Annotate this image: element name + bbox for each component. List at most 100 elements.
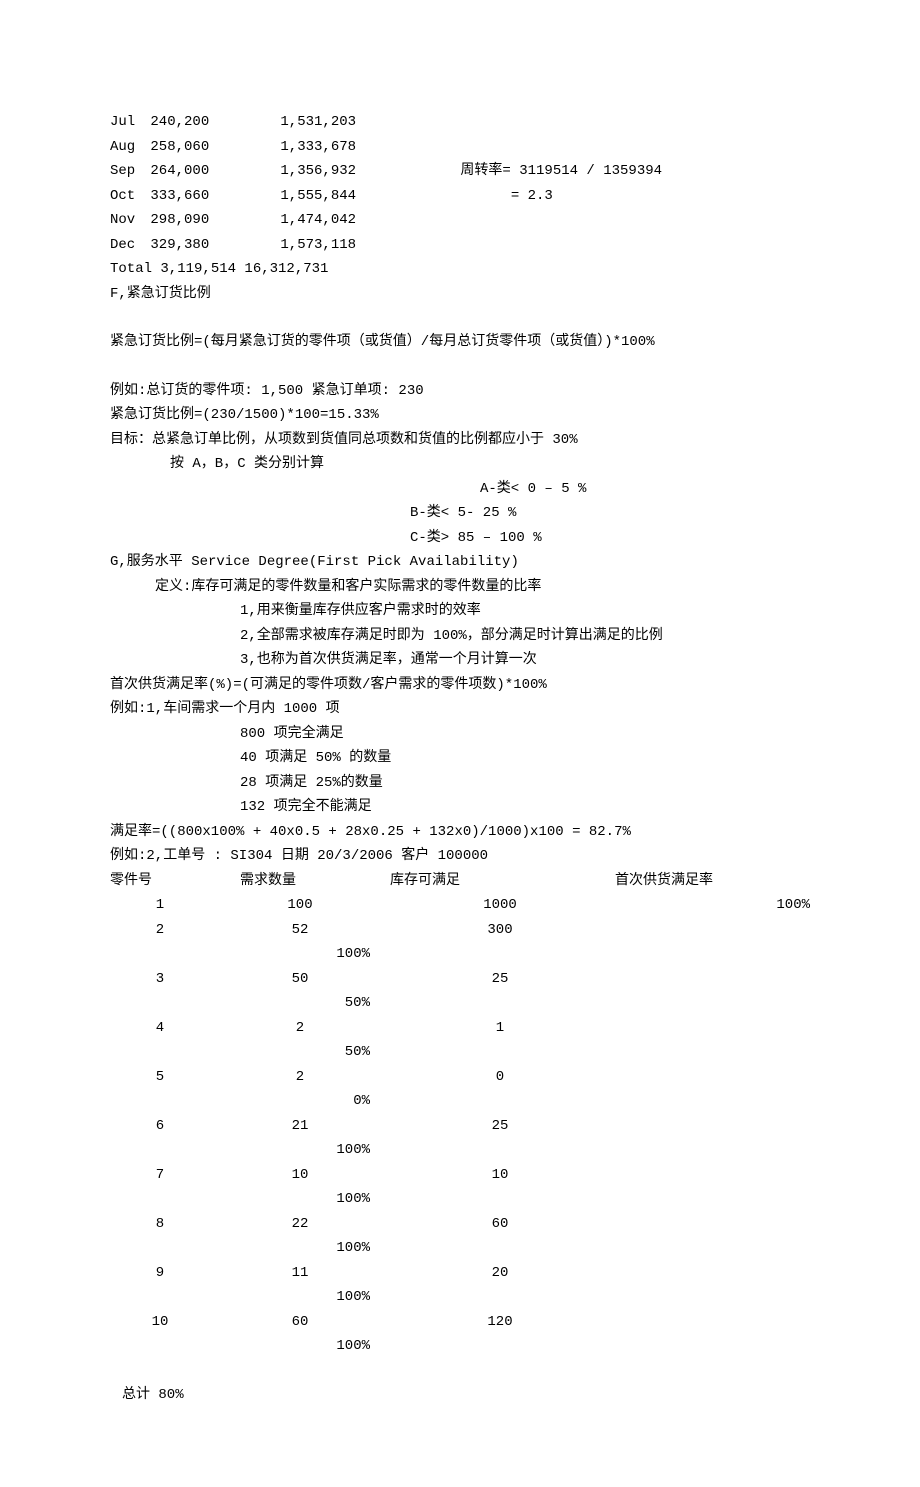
example2-head: 例如:2,工单号 : SI304 日期 20/3/2006 客户 100000 <box>110 844 810 869</box>
th-demand: 需求数量 <box>240 869 390 894</box>
month-label: Dec <box>110 233 142 258</box>
example2-total: 总计 80% <box>110 1383 810 1408</box>
table-row: 82260 100% <box>110 1212 810 1261</box>
section-g-def: 定义:库存可满足的零件数量和客户实际需求的零件数量的比率 <box>110 575 810 600</box>
td-demand: 50 <box>210 967 390 992</box>
td-demand: 2 <box>210 1016 390 1041</box>
monthly-data-block: Jul 240,2001,531,203 Aug 258,0601,333,67… <box>110 110 810 282</box>
td-demand: 100 <box>210 893 390 918</box>
td-part: 2 <box>110 918 210 943</box>
month-label: Sep <box>110 159 142 184</box>
td-rate: 100% <box>610 893 810 918</box>
section-f-example2: 紧急订货比例=(230/1500)*100=15.33% <box>110 403 810 428</box>
td-stock: 0 <box>390 1065 610 1090</box>
value-1: 264,000 <box>150 159 280 184</box>
td-stock: 60 <box>390 1212 610 1237</box>
value-1: 329,380 <box>150 233 280 258</box>
example1-calc: 满足率=((800x100% + 40x0.5 + 28x0.25 + 132x… <box>110 820 810 845</box>
class-a-line: A-类< 0 – 5 % <box>480 477 810 502</box>
month-label: Nov <box>110 208 142 233</box>
example1-line1: 800 项完全满足 <box>110 722 810 747</box>
monthly-row: Dec 329,3801,573,118 <box>110 233 810 258</box>
td-part: 6 <box>110 1114 210 1139</box>
table-row: 62125 100% <box>110 1114 810 1163</box>
section-f-example1: 例如:总订货的零件项: 1,500 紧急订单项: 230 <box>110 379 810 404</box>
td-part: 8 <box>110 1212 210 1237</box>
td-stock: 300 <box>390 918 610 943</box>
td-part: 10 <box>110 1310 210 1335</box>
monthly-row: Nov 298,0901,474,042 <box>110 208 810 233</box>
table-row: 1060120100% <box>110 1310 810 1359</box>
monthly-row: Oct 333,6601,555,844 = 2.3 <box>110 184 810 209</box>
td-rate: 100% <box>110 1138 370 1163</box>
td-stock: 20 <box>390 1261 610 1286</box>
value-1: 258,060 <box>150 135 280 160</box>
table-row: 11001000100% <box>110 893 810 918</box>
td-part: 9 <box>110 1261 210 1286</box>
value-1: 240,200 <box>150 110 280 135</box>
class-c-line: C-类> 85 – 100 % <box>410 526 810 551</box>
example1-line4: 132 项完全不能满足 <box>110 795 810 820</box>
table-body: 11001000100%252300100%3502550%42150%5200… <box>110 893 810 1359</box>
spacer <box>110 306 810 330</box>
row-note: 周转率= 3119514 / 1359394 <box>460 159 662 184</box>
section-g-point1: 1,用来衡量库存供应客户需求时的效率 <box>110 599 810 624</box>
spacer <box>110 355 810 379</box>
section-f-title: F,紧急订货比例 <box>110 282 810 307</box>
spacer <box>110 1359 810 1383</box>
td-stock: 10 <box>390 1163 610 1188</box>
td-rate: 100% <box>110 1285 370 1310</box>
value-2: 1,356,932 <box>280 159 460 184</box>
td-demand: 60 <box>210 1310 390 1335</box>
td-part: 1 <box>110 893 210 918</box>
table-row: 42150% <box>110 1016 810 1065</box>
td-rate: 50% <box>110 991 370 1016</box>
td-part: 5 <box>110 1065 210 1090</box>
month-label: Aug <box>110 135 142 160</box>
example1-head: 例如:1,车间需求一个月内 1000 项 <box>110 697 810 722</box>
monthly-row: Sep 264,0001,356,932周转率= 3119514 / 13593… <box>110 159 810 184</box>
class-b-line: B-类< 5- 25 % <box>410 501 810 526</box>
td-part: 4 <box>110 1016 210 1041</box>
month-label: Jul <box>110 110 142 135</box>
td-demand: 21 <box>210 1114 390 1139</box>
example1-line3: 28 项满足 25%的数量 <box>110 771 810 796</box>
table-row: 252300 100% <box>110 918 810 967</box>
td-rate: 100% <box>110 1236 370 1261</box>
table-row: 5200% <box>110 1065 810 1114</box>
td-demand: 52 <box>210 918 390 943</box>
section-g-point2: 2,全部需求被库存满足时即为 100%，部分满足时计算出满足的比例 <box>110 624 810 649</box>
td-rate: 100% <box>110 1187 370 1212</box>
value-2: 1,333,678 <box>280 135 460 160</box>
section-f-formula: 紧急订货比例=(每月紧急订货的零件项（或货值）/每月总订货零件项（或货值）)*1… <box>110 330 810 355</box>
td-part: 3 <box>110 967 210 992</box>
td-rate: 100% <box>110 1334 370 1359</box>
td-stock: 1000 <box>390 893 610 918</box>
section-f-target: 目标：总紧急订单比例，从项数到货值同总项数和货值的比例都应小于 30% <box>110 428 810 453</box>
monthly-row: Aug 258,0601,333,678 <box>110 135 810 160</box>
value-1: 333,660 <box>150 184 280 209</box>
monthly-total: Total 3,119,514 16,312,731 <box>110 257 810 282</box>
section-f-byclass: 按 A，B，C 类分别计算 <box>110 452 810 477</box>
row-note: = 2.3 <box>460 184 552 209</box>
section-g-point3: 3,也称为首次供货满足率，通常一个月计算一次 <box>110 648 810 673</box>
th-rate: 首次供货满足率 <box>615 869 713 894</box>
section-g-title: G,服务水平 Service Degree(First Pick Availab… <box>110 550 810 575</box>
value-2: 1,474,042 <box>280 208 460 233</box>
td-part: 7 <box>110 1163 210 1188</box>
td-rate: 100% <box>110 942 370 967</box>
td-demand: 2 <box>210 1065 390 1090</box>
example1-line2: 40 项满足 50% 的数量 <box>110 746 810 771</box>
table-row: 71010100% <box>110 1163 810 1212</box>
td-stock: 25 <box>390 1114 610 1139</box>
month-label: Oct <box>110 184 142 209</box>
td-stock: 1 <box>390 1016 610 1041</box>
td-demand: 22 <box>210 1212 390 1237</box>
td-demand: 10 <box>210 1163 390 1188</box>
monthly-row: Jul 240,2001,531,203 <box>110 110 810 135</box>
td-demand: 11 <box>210 1261 390 1286</box>
td-stock: 25 <box>390 967 610 992</box>
table-header: 零件号需求数量库存可满足首次供货满足率 <box>110 869 810 894</box>
value-2: 1,555,844 <box>280 184 460 209</box>
section-g-formula: 首次供货满足率(%)=(可满足的零件项数/客户需求的零件项数)*100% <box>110 673 810 698</box>
